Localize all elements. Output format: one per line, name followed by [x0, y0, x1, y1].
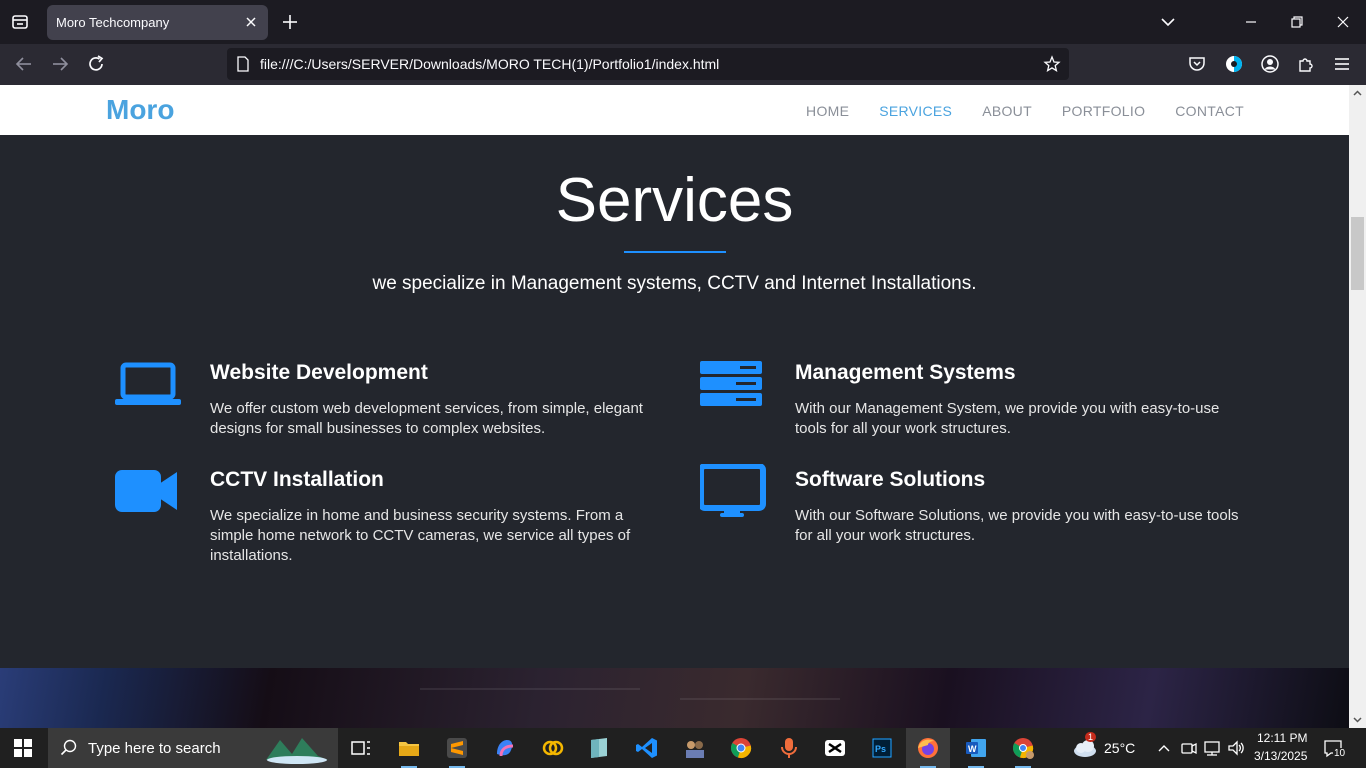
tab-title: Moro Techcompany [56, 15, 170, 30]
taskbar-search-box[interactable]: Type here to search [48, 728, 338, 768]
menu-hamburger-icon[interactable] [1332, 54, 1352, 74]
photoshop-icon[interactable]: Ps [870, 736, 894, 760]
service-website-development: Website Development We offer custom web … [115, 361, 670, 439]
service-title: Management Systems [795, 361, 1016, 384]
nav-about[interactable]: ABOUT [982, 103, 1032, 119]
windows-taskbar: Type here to search Ps W 1 25°C 12:11 PM… [0, 728, 1366, 768]
weather-temperature[interactable]: 25°C [1104, 740, 1135, 756]
address-bar[interactable]: file:///C:/Users/SERVER/Downloads/MORO T… [227, 48, 1069, 80]
nav-services[interactable]: SERVICES [879, 103, 952, 119]
laptop-icon [115, 362, 181, 405]
nav-portfolio[interactable]: PORTFOLIO [1062, 103, 1145, 119]
network-icon[interactable] [1202, 736, 1222, 760]
close-tab-icon[interactable] [242, 13, 260, 31]
pocket-icon[interactable] [1187, 54, 1207, 74]
page-scrollbar[interactable] [1349, 85, 1366, 728]
capcut-icon[interactable] [823, 736, 847, 760]
site-nav: HOME SERVICES ABOUT PORTFOLIO CONTACT [806, 103, 1244, 119]
scroll-up-arrow-icon[interactable] [1352, 88, 1363, 99]
section-subtitle: we specialize in Management systems, CCT… [372, 273, 977, 294]
show-hidden-icons-icon[interactable] [1156, 736, 1172, 760]
site-header: Moro HOME SERVICES ABOUT PORTFOLIO CONTA… [0, 85, 1349, 135]
browser-tab-bar: Moro Techcompany [0, 0, 1366, 44]
nav-contact[interactable]: CONTACT [1175, 103, 1244, 119]
service-description: With our Software Solutions, we provide … [795, 507, 1239, 544]
scrollbar-thumb[interactable] [1351, 217, 1364, 290]
server-icon [700, 361, 762, 406]
sublime-text-icon[interactable] [445, 736, 469, 760]
clock-time[interactable]: 12:11 PM [1257, 731, 1307, 745]
site-logo[interactable]: Moro [106, 94, 174, 126]
services-section: Services we specialize in Management sys… [0, 135, 1349, 668]
extensions-puzzle-icon[interactable] [1296, 54, 1316, 74]
section-title: Services [555, 166, 794, 235]
weather-badge: 1 [1085, 732, 1097, 742]
back-icon[interactable] [13, 53, 35, 75]
background-image-section [0, 668, 1349, 728]
search-placeholder: Type here to search [88, 740, 221, 757]
video-camera-icon [115, 470, 177, 512]
minimize-icon[interactable] [1240, 12, 1262, 32]
service-software-solutions: Software Solutions With our Software Sol… [700, 464, 1255, 546]
url-text[interactable]: file:///C:/Users/SERVER/Downloads/MORO T… [260, 56, 719, 72]
restore-icon[interactable] [1286, 12, 1308, 32]
reload-icon[interactable] [85, 53, 107, 75]
close-window-icon[interactable] [1332, 12, 1354, 32]
service-description: With our Management System, we provide y… [795, 400, 1220, 437]
windows-start-icon[interactable] [14, 739, 32, 757]
service-description: We offer custom web development services… [210, 400, 643, 437]
chrome-icon[interactable] [729, 736, 753, 760]
copilot-icon[interactable] [493, 736, 517, 760]
meet-now-icon[interactable] [1180, 736, 1198, 760]
service-cctv-installation: CCTV Installation We specialize in home … [115, 468, 670, 566]
service-management-systems: Management Systems With our Management S… [700, 361, 1255, 439]
extension-icon[interactable] [1224, 54, 1244, 74]
search-icon [60, 739, 77, 756]
search-highlight-icon [266, 738, 328, 764]
new-tab-icon[interactable] [280, 12, 300, 32]
list-all-tabs-icon[interactable] [1157, 12, 1179, 32]
page-viewport: Moro HOME SERVICES ABOUT PORTFOLIO CONTA… [0, 85, 1349, 728]
svg-text:Ps: Ps [875, 744, 886, 754]
notification-count: 10 [1333, 748, 1347, 759]
notes-app-icon[interactable] [587, 736, 611, 760]
service-description: We specialize in home and business secur… [210, 507, 631, 564]
scroll-down-arrow-icon[interactable] [1352, 714, 1363, 725]
monitor-icon [700, 464, 766, 517]
forward-icon[interactable] [49, 53, 71, 75]
word-icon[interactable]: W [964, 736, 988, 760]
vscode-icon[interactable] [635, 736, 659, 760]
app-icon[interactable] [541, 736, 565, 760]
service-title: Website Development [210, 361, 428, 384]
account-icon[interactable] [1260, 54, 1280, 74]
service-title: Software Solutions [795, 468, 986, 491]
page-icon [237, 56, 249, 72]
task-view-icon[interactable] [349, 736, 373, 760]
chrome-profile-icon[interactable] [1011, 736, 1035, 760]
nav-home[interactable]: HOME [806, 103, 849, 119]
file-explorer-icon[interactable] [397, 736, 421, 760]
service-title: CCTV Installation [210, 468, 384, 491]
clock-date[interactable]: 3/13/2025 [1254, 749, 1307, 763]
title-underline [624, 251, 726, 253]
users-app-icon[interactable] [683, 736, 707, 760]
tab-list-icon[interactable] [8, 10, 32, 34]
svg-text:W: W [968, 744, 977, 754]
browser-toolbar: file:///C:/Users/SERVER/Downloads/MORO T… [0, 44, 1366, 85]
firefox-icon[interactable] [916, 736, 940, 760]
volume-icon[interactable] [1226, 736, 1246, 760]
microphone-icon[interactable] [777, 736, 801, 760]
browser-tab[interactable]: Moro Techcompany [47, 5, 268, 40]
bookmark-star-icon[interactable] [1043, 55, 1061, 73]
